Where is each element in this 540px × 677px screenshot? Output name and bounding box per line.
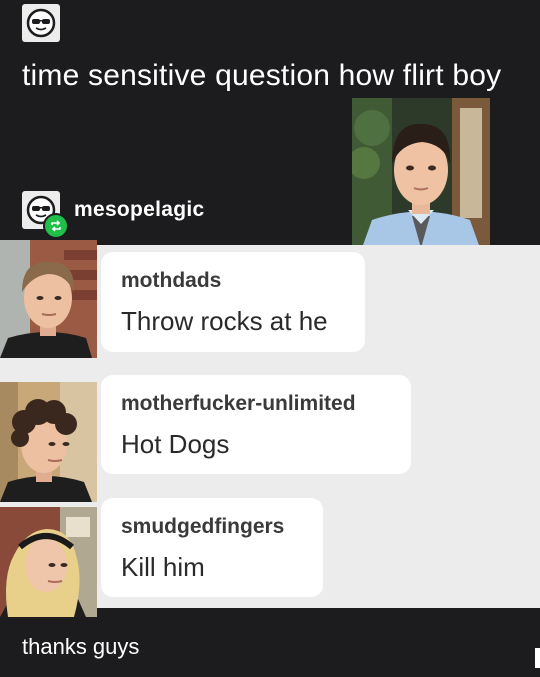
reply-username[interactable]: motherfucker-unlimited bbox=[121, 391, 391, 417]
post-text: time sensitive question how flirt boy bbox=[22, 59, 502, 92]
reply-username[interactable]: mothdads bbox=[121, 268, 345, 294]
op-avatar[interactable] bbox=[22, 4, 60, 42]
scroll-edge-mark bbox=[535, 648, 540, 668]
reply-username[interactable]: smudgedfingers bbox=[121, 514, 303, 540]
reblog-row: mesopelagic bbox=[22, 188, 205, 239]
reblog-comment: thanks guys bbox=[22, 634, 140, 659]
reply-text: Kill him bbox=[121, 552, 205, 582]
reblogger-username[interactable]: mesopelagic bbox=[74, 198, 205, 222]
reaction-photo-man-tie bbox=[352, 98, 490, 248]
reply-bubble: mothdads Throw rocks at he bbox=[101, 252, 365, 352]
reblogger-avatar[interactable] bbox=[22, 191, 69, 239]
reply-text: Throw rocks at he bbox=[121, 306, 328, 336]
reblog-icon bbox=[43, 213, 69, 239]
reply-bubble: smudgedfingers Kill him bbox=[101, 498, 323, 597]
reply-avatar-motherfucker-unlimited bbox=[0, 382, 97, 502]
replies-panel: mothdads Throw rocks at he motherfucker-… bbox=[0, 240, 540, 617]
sunglasses-face-icon bbox=[26, 8, 56, 38]
reply-bubble: motherfucker-unlimited Hot Dogs bbox=[101, 375, 411, 474]
reply-avatar-smudgedfingers bbox=[0, 507, 97, 617]
reply-avatar-mothdads bbox=[0, 240, 97, 358]
reply-text: Hot Dogs bbox=[121, 429, 230, 459]
